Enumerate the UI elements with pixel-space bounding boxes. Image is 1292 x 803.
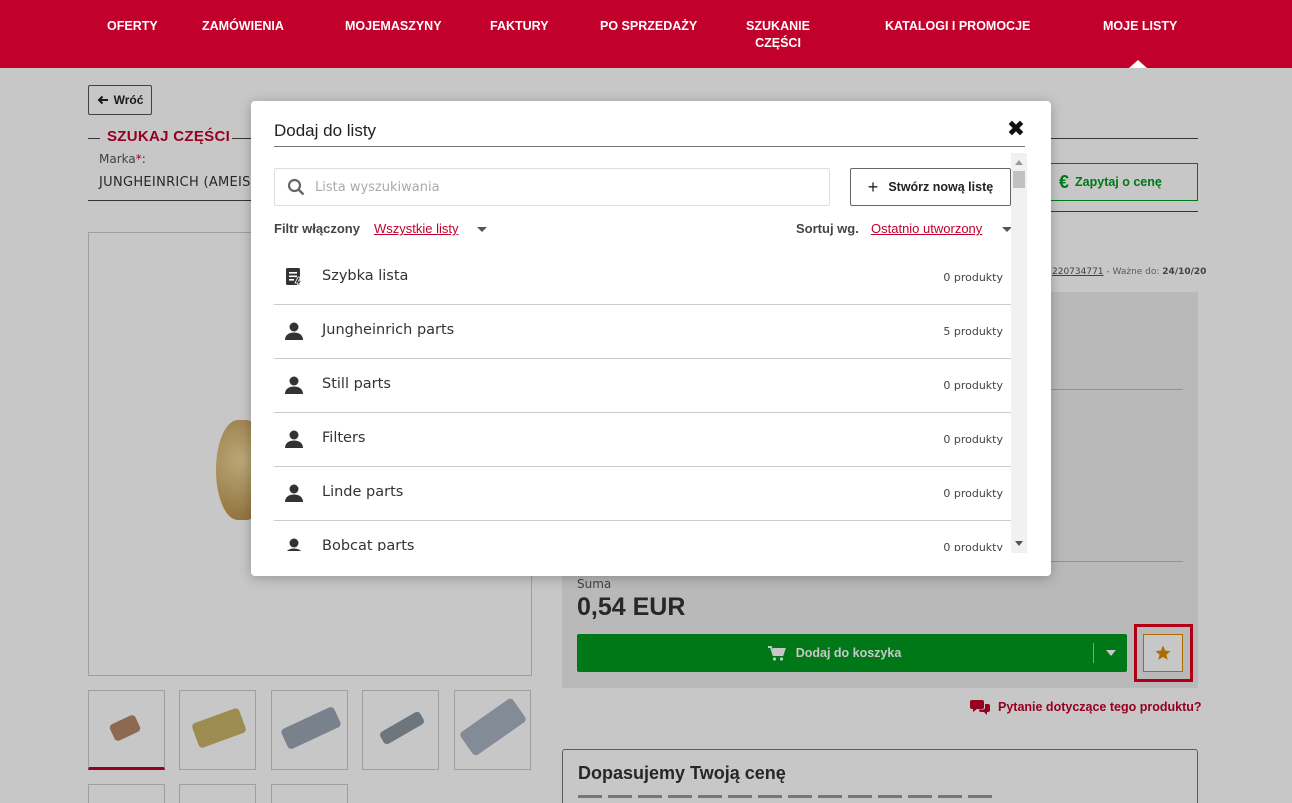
list-name: Still parts <box>322 376 391 392</box>
create-new-list-label: Stwórz nową listę <box>888 180 994 194</box>
nav-item-orders[interactable]: ZAMÓWIENIA <box>202 18 284 35</box>
list-count: 0 produkty <box>943 541 1003 551</box>
scroll-thumb[interactable] <box>1013 171 1025 188</box>
user-icon <box>285 376 303 394</box>
sort-dropdown[interactable]: Ostatnio utworzony <box>871 221 982 236</box>
nav-item-parts-search[interactable]: SZUKANIE CZĘŚCI <box>738 18 818 52</box>
nav-item-after-sales[interactable]: PO SPRZEDAŻY <box>600 18 697 35</box>
scroll-up-icon[interactable] <box>1015 160 1023 165</box>
list-search-input[interactable] <box>315 179 815 195</box>
list-item[interactable]: Szybka lista 0 produkty <box>274 251 1011 305</box>
list-count: 0 produkty <box>943 433 1003 446</box>
modal-divider <box>274 146 1025 147</box>
add-to-list-modal: Dodaj do listy ✖ + Stwórz nową listę Fil… <box>251 101 1051 576</box>
list-count: 5 produkty <box>943 325 1003 338</box>
list-name: Bobcat parts <box>322 538 415 551</box>
create-new-list-button[interactable]: + Stwórz nową listę <box>850 168 1011 206</box>
list-count: 0 produkty <box>943 379 1003 392</box>
list-item[interactable]: Linde parts 0 produkty <box>274 467 1011 521</box>
nav-item-offers[interactable]: OFERTY <box>107 18 158 35</box>
user-icon <box>286 538 302 551</box>
lists-container: Szybka lista 0 produkty Jungheinrich par… <box>274 251 1011 551</box>
close-icon[interactable]: ✖ <box>1005 119 1027 141</box>
user-icon <box>285 484 303 502</box>
list-name: Szybka lista <box>322 268 409 284</box>
filter-label: Filtr włączony <box>274 221 360 236</box>
quick-list-icon <box>286 268 303 288</box>
list-item[interactable]: Bobcat parts 0 produkty <box>274 521 1011 551</box>
nav-item-invoices[interactable]: FAKTURY <box>490 18 549 35</box>
filter-chevron-down-icon[interactable] <box>477 227 487 232</box>
lists-scrollbar[interactable] <box>1011 153 1027 553</box>
modal-title: Dodaj do listy <box>274 121 377 140</box>
list-name: Linde parts <box>322 484 404 500</box>
list-count: 0 produkty <box>943 271 1003 284</box>
search-icon <box>287 178 305 196</box>
scroll-down-icon[interactable] <box>1015 541 1023 546</box>
active-nav-indicator <box>1129 60 1147 68</box>
list-count: 0 produkty <box>943 487 1003 500</box>
list-item[interactable]: Still parts 0 produkty <box>274 359 1011 413</box>
list-item[interactable]: Filters 0 produkty <box>274 413 1011 467</box>
filter-dropdown[interactable]: Wszystkie listy <box>374 221 459 236</box>
nav-item-catalogs[interactable]: KATALOGI I PROMOCJE <box>885 18 1030 35</box>
sort-label: Sortuj wg. <box>796 221 859 236</box>
list-search-box <box>274 168 830 206</box>
user-icon <box>285 322 303 340</box>
user-icon <box>285 430 303 448</box>
nav-item-my-lists[interactable]: MOJE LISTY <box>1103 18 1177 35</box>
list-name: Filters <box>322 430 366 446</box>
list-item[interactable]: Jungheinrich parts 5 produkty <box>274 305 1011 359</box>
list-name: Jungheinrich parts <box>322 322 455 338</box>
nav-item-my-machines[interactable]: MOJEMASZYNY <box>345 18 442 35</box>
plus-icon: + <box>867 177 879 197</box>
top-navigation: OFERTY ZAMÓWIENIA MOJEMASZYNY FAKTURY PO… <box>0 0 1292 68</box>
